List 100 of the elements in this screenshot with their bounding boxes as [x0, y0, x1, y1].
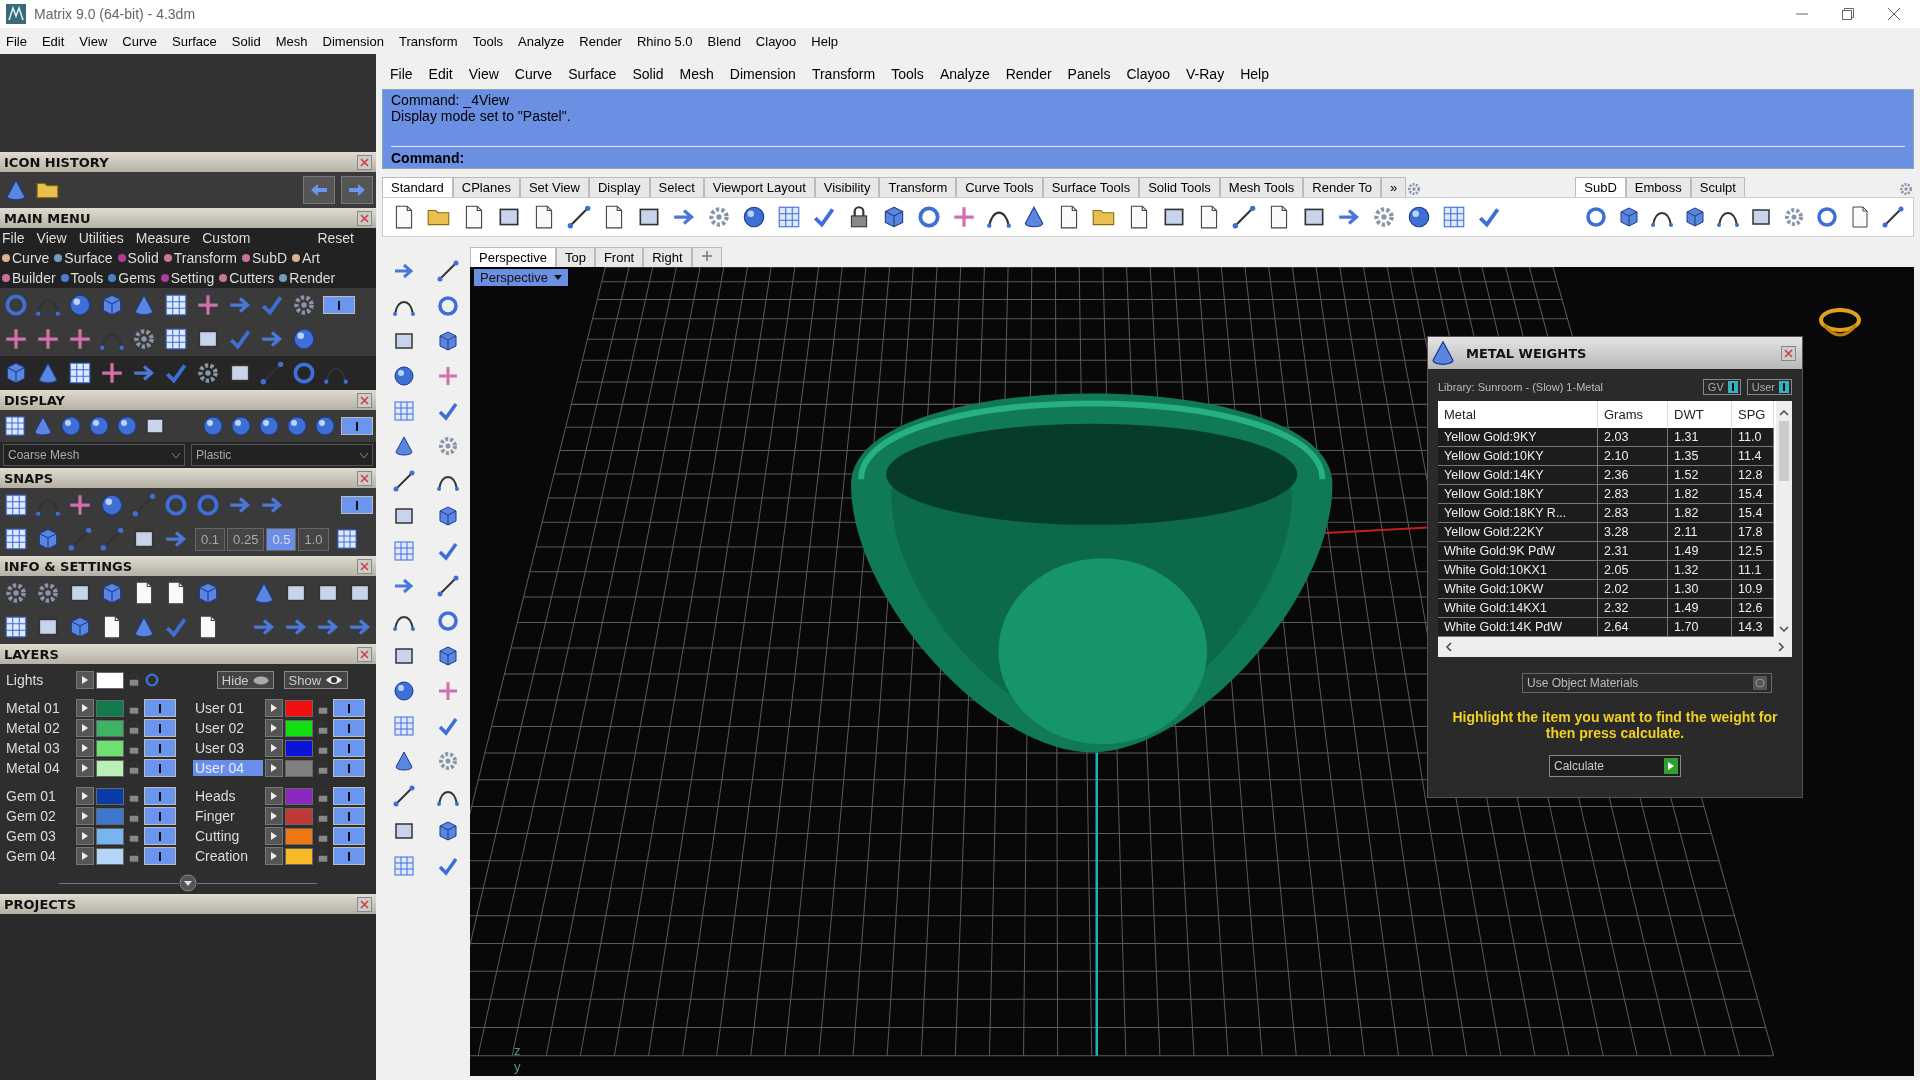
layer-color-swatch[interactable]	[96, 719, 124, 737]
menu-item[interactable]: Panels	[1067, 66, 1111, 82]
expand-button[interactable]	[265, 759, 283, 777]
back-button[interactable]	[303, 176, 335, 204]
menu-item[interactable]: Dimension	[322, 33, 384, 49]
close-icon[interactable]	[357, 470, 372, 486]
snap-value-button[interactable]: 0.25	[227, 527, 265, 551]
gear-icon[interactable]	[195, 360, 221, 386]
sphere-icon[interactable]	[257, 414, 281, 438]
sphere-icon[interactable]	[392, 363, 416, 388]
sphere-icon[interactable]	[392, 678, 416, 703]
sphere-icon[interactable]	[115, 414, 139, 438]
category-link[interactable]: Surface	[64, 250, 113, 266]
menu-item[interactable]: Custom	[202, 230, 251, 246]
menu-item[interactable]: View	[79, 33, 108, 49]
grid-icon[interactable]	[67, 360, 93, 386]
layer-name[interactable]: Lights	[4, 672, 74, 688]
scroll-left-icon[interactable]	[1444, 642, 1454, 652]
expand-button[interactable]	[265, 787, 283, 805]
menu-item[interactable]: Transform	[811, 66, 876, 82]
plus-icon[interactable]	[3, 326, 29, 352]
toolbar-tab[interactable]: Transform	[879, 177, 957, 197]
layer-name[interactable]: Finger	[193, 808, 263, 824]
line-icon[interactable]	[392, 783, 416, 808]
layer-name[interactable]: Metal 03	[4, 740, 74, 756]
visibility-toggle[interactable]	[144, 719, 176, 737]
toolbar-tab[interactable]: SubD	[1575, 177, 1626, 197]
scroll-down-icon[interactable]	[1778, 625, 1790, 633]
menu-item[interactable]: Rhino 5.0	[636, 33, 693, 49]
viewport-tab[interactable]: Perspective	[470, 247, 556, 267]
line-icon[interactable]	[392, 468, 416, 493]
menu-item[interactable]: Edit	[41, 33, 65, 49]
menu-item[interactable]: Tools	[891, 66, 924, 82]
expand-button[interactable]	[76, 847, 94, 865]
menu-item[interactable]: File	[390, 66, 413, 82]
mesh-dropdown[interactable]: Coarse Mesh	[3, 444, 185, 466]
toggle-switch[interactable]: GV	[1702, 379, 1741, 395]
forward-button[interactable]	[341, 176, 373, 204]
ring-icon[interactable]	[1815, 205, 1839, 229]
visibility-toggle[interactable]	[144, 787, 176, 805]
grid-icon[interactable]	[3, 414, 27, 438]
menu-item[interactable]: File	[6, 33, 27, 49]
layer-color-swatch[interactable]	[96, 787, 124, 805]
gear-icon[interactable]	[1782, 205, 1806, 229]
close-icon[interactable]	[357, 210, 372, 226]
toggle-switch[interactable]	[341, 496, 373, 514]
visibility-toggle[interactable]	[333, 759, 365, 777]
layer-color-swatch[interactable]	[96, 847, 124, 865]
scroll-right-icon[interactable]	[1776, 642, 1786, 652]
viewport-tab[interactable]: Top	[555, 247, 595, 267]
menu-item[interactable]: V-Ray	[1186, 66, 1225, 82]
viewport-tab[interactable]: Right	[643, 247, 692, 267]
layer-color-swatch[interactable]	[285, 739, 313, 757]
layer-name[interactable]: Cutting	[193, 828, 263, 844]
gear-icon[interactable]	[706, 204, 732, 230]
plus-icon[interactable]	[67, 326, 93, 352]
layer-color-swatch[interactable]	[285, 719, 313, 737]
layer-name[interactable]: Metal 02	[4, 720, 74, 736]
cube-icon[interactable]	[1683, 205, 1707, 229]
menu-item[interactable]: Surface	[172, 33, 217, 49]
grid-icon[interactable]	[3, 526, 29, 552]
use-object-materials-option[interactable]: Use Object Materials	[1522, 673, 1772, 693]
expand-button[interactable]	[265, 827, 283, 845]
ring-icon[interactable]	[436, 293, 460, 318]
visibility-toggle[interactable]	[144, 807, 176, 825]
category-link[interactable]: Render	[289, 270, 336, 286]
category-link[interactable]: Curve	[12, 250, 50, 266]
toolbar-tab[interactable]: Standard	[382, 177, 453, 197]
close-icon[interactable]	[1888, 8, 1900, 20]
plus-icon[interactable]	[67, 492, 93, 518]
layer-color-swatch[interactable]	[96, 807, 124, 825]
expand-button[interactable]	[76, 759, 94, 777]
hide-button[interactable]: Hide	[216, 671, 274, 689]
visibility-toggle[interactable]	[144, 827, 176, 845]
grid-icon[interactable]	[334, 527, 359, 551]
menu-item[interactable]: Blend	[707, 33, 741, 49]
expand-button[interactable]	[265, 699, 283, 717]
line-icon[interactable]	[1881, 205, 1905, 229]
sphere-icon[interactable]	[87, 414, 111, 438]
gear-icon[interactable]	[291, 292, 317, 318]
ring-icon[interactable]	[916, 204, 942, 230]
toolbar-tab[interactable]: Render To	[1303, 177, 1382, 197]
menu-item[interactable]: Render	[1005, 66, 1052, 82]
toolbar-tab[interactable]: Solid Tools	[1139, 177, 1220, 197]
menu-item[interactable]: Help	[811, 33, 839, 49]
menu-item[interactable]: Analyze	[939, 66, 990, 82]
material-dropdown[interactable]: Plastic	[191, 444, 373, 466]
toolbar-tab[interactable]: Curve Tools	[956, 177, 1043, 197]
toolbar-tab[interactable]: CPlanes	[452, 177, 520, 197]
sphere-icon[interactable]	[201, 414, 225, 438]
category-link[interactable]: Tools	[70, 270, 104, 286]
calculate-button[interactable]: Calculate	[1549, 755, 1681, 777]
close-icon[interactable]	[357, 558, 372, 574]
ring-icon[interactable]	[1584, 205, 1608, 229]
ring-icon[interactable]	[436, 608, 460, 633]
sphere-icon[interactable]	[285, 414, 309, 438]
cube-icon[interactable]	[1617, 205, 1641, 229]
menu-item[interactable]: Analyze	[518, 33, 565, 49]
expand-button[interactable]	[76, 827, 94, 845]
visibility-toggle[interactable]	[144, 739, 176, 757]
